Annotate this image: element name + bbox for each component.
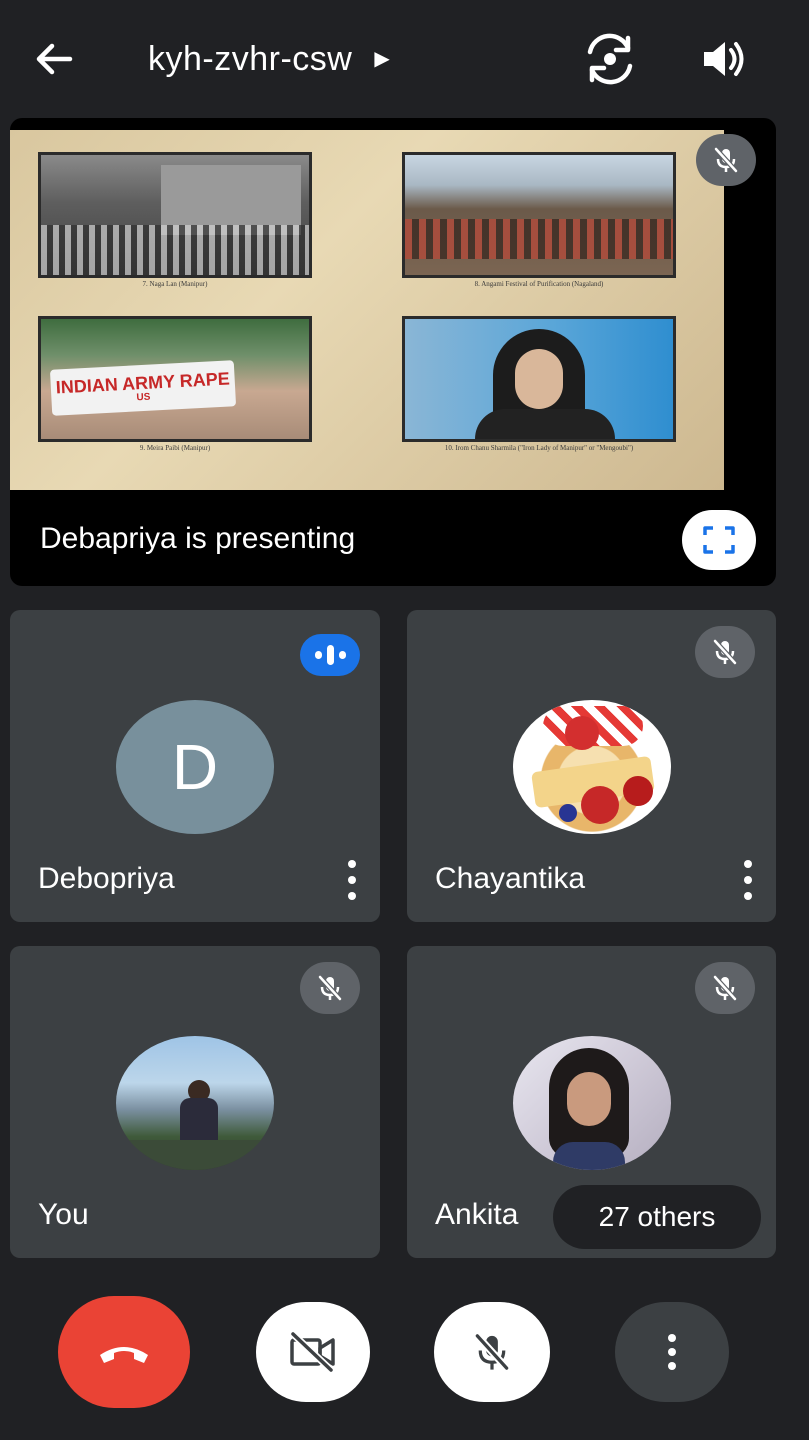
avatar: D	[116, 700, 274, 834]
shared-slide: 7. Naga Lan (Manipur) 8. Angami Festival…	[10, 130, 724, 490]
switch-camera-icon	[587, 33, 633, 85]
mute-badge	[695, 626, 755, 678]
participant-tile[interactable]: D Debopriya	[10, 610, 380, 922]
mute-badge	[695, 962, 755, 1014]
mic-off-icon	[713, 975, 737, 1001]
slide-caption-3: 9. Meira Paibi (Manipur)	[139, 444, 211, 452]
caret-right-icon: ▶	[374, 48, 391, 70]
participant-name: Debopriya	[38, 862, 175, 895]
fullscreen-icon	[703, 526, 735, 554]
camera-toggle-button[interactable]	[256, 1302, 370, 1402]
meeting-code[interactable]: kyh-zvhr-csw ▶	[148, 34, 390, 84]
participant-menu-button[interactable]	[342, 860, 362, 900]
arrow-left-icon	[36, 43, 73, 75]
slide-caption-4: 10. Irom Chanu Sharmila ("Iron Lady of M…	[444, 444, 634, 452]
avatar	[513, 700, 671, 834]
presenter-mute-badge	[696, 134, 756, 186]
more-options-button[interactable]	[615, 1302, 729, 1402]
others-count-pill[interactable]: 27 others	[553, 1185, 761, 1249]
avatar	[116, 1036, 274, 1170]
participant-name: Ankita	[435, 1198, 519, 1231]
switch-camera-button[interactable]	[582, 32, 638, 86]
slide-caption-2: 8. Angami Festival of Purification (Naga…	[474, 280, 604, 288]
slide-banner-line2: US	[136, 391, 151, 404]
avatar	[513, 1036, 671, 1170]
meeting-code-text: kyh-zvhr-csw	[148, 40, 353, 78]
mic-off-icon	[474, 1333, 510, 1371]
participant-name: Chayantika	[435, 862, 586, 895]
slide-photo-angami-festival	[402, 152, 676, 278]
camera-off-icon	[290, 1331, 335, 1373]
slide-caption-1: 7. Naga Lan (Manipur)	[142, 280, 208, 288]
more-vert-icon	[668, 1334, 676, 1370]
mic-off-icon	[318, 975, 342, 1001]
slide-photo-naga-lan	[38, 152, 312, 278]
participant-tile-self[interactable]: You	[10, 946, 380, 1258]
slide-photo-irom-sharmila	[402, 316, 676, 442]
speaking-indicator	[300, 634, 360, 676]
slide-photo-meira-paibi: INDIAN ARMY RAPE US	[38, 316, 312, 442]
mic-off-icon	[713, 639, 737, 665]
mic-off-icon	[714, 147, 738, 173]
avatar-letter: D	[171, 731, 219, 803]
mute-badge	[300, 962, 360, 1014]
phone-hangup-icon	[100, 1347, 148, 1363]
back-button[interactable]	[30, 34, 80, 84]
speaker-button[interactable]	[698, 34, 748, 84]
end-call-button[interactable]	[58, 1296, 190, 1408]
speaker-icon	[704, 42, 744, 76]
presentation-tile[interactable]: 7. Naga Lan (Manipur) 8. Angami Festival…	[10, 118, 776, 586]
top-bar: kyh-zvhr-csw ▶	[0, 0, 809, 118]
participant-tile[interactable]: Chayantika	[407, 610, 776, 922]
fullscreen-button[interactable]	[682, 510, 756, 570]
participant-menu-button[interactable]	[738, 860, 758, 900]
participant-name: You	[38, 1198, 89, 1231]
microphone-toggle-button[interactable]	[434, 1302, 550, 1402]
presenting-status: Debapriya is presenting	[40, 522, 356, 555]
